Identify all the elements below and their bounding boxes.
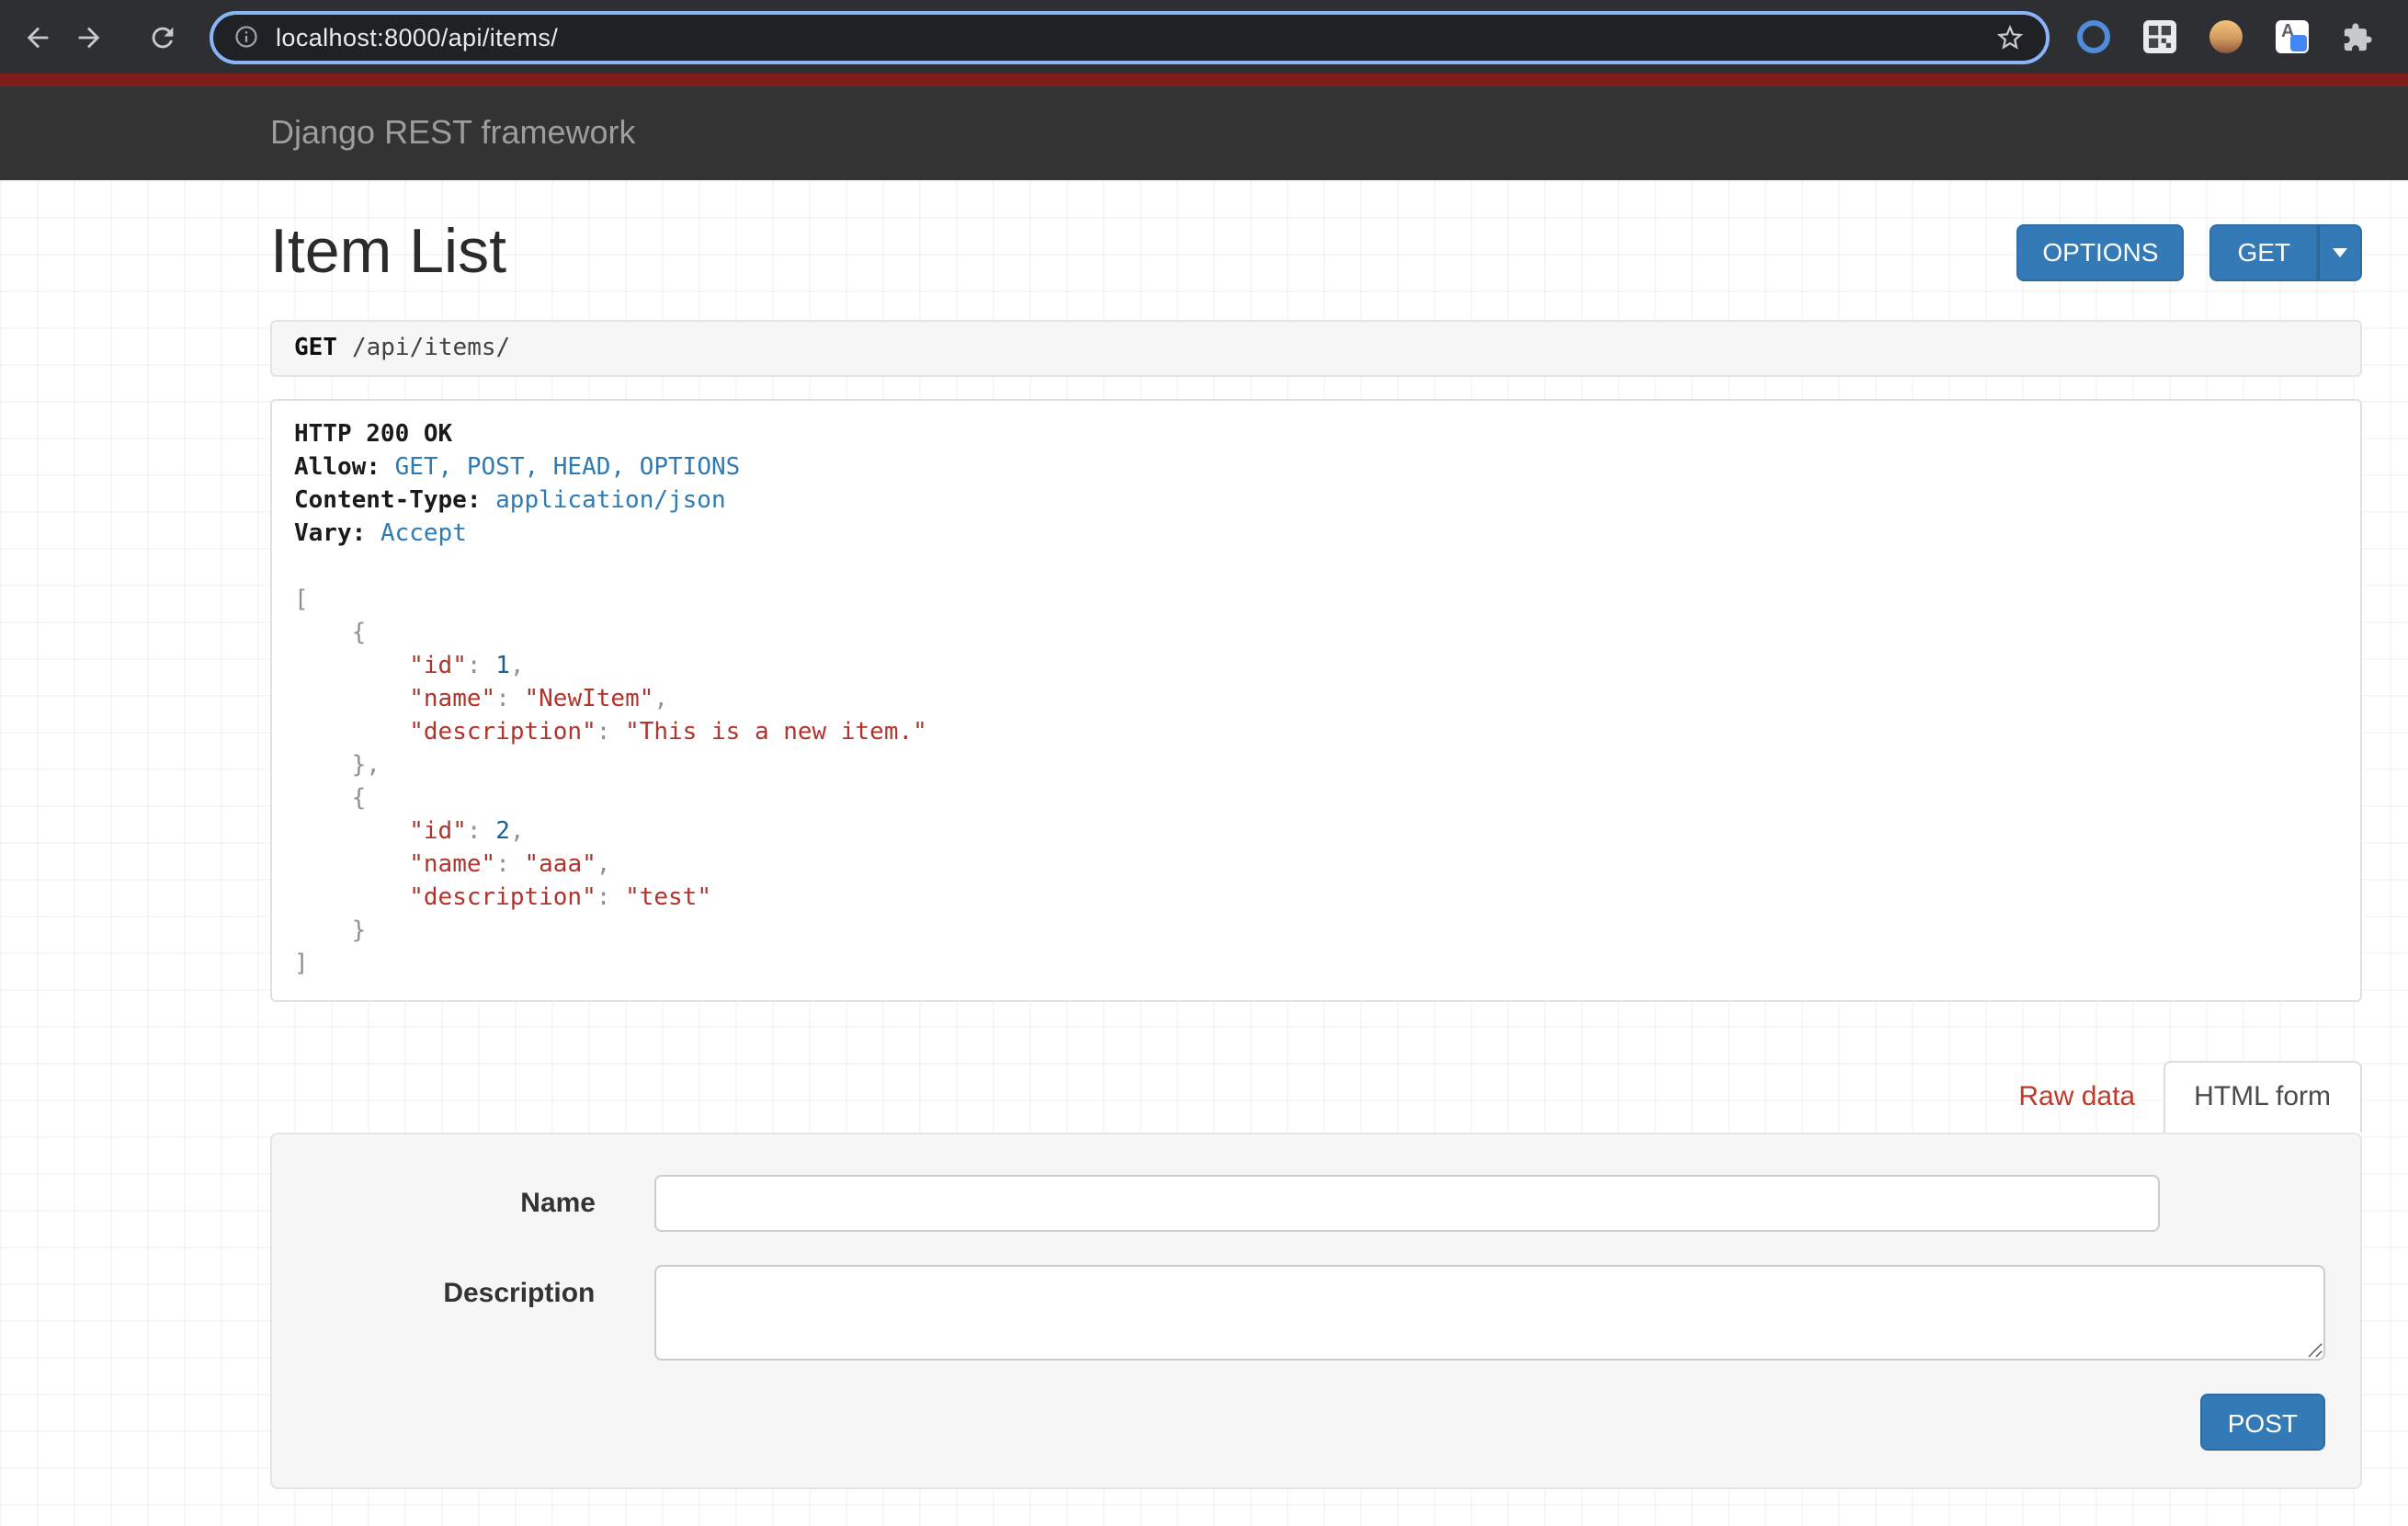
description-input[interactable] — [653, 1265, 2325, 1361]
response-header-content-type: Content-Type: application/json — [294, 485, 2338, 518]
brand-link[interactable]: Django REST framework — [270, 114, 636, 153]
url-bar[interactable]: localhost:8000/api/items/ — [210, 10, 2050, 63]
accent-strip — [0, 74, 2408, 86]
format-tabs: Raw data HTML form — [270, 1061, 2362, 1133]
url-text[interactable]: localhost:8000/api/items/ — [276, 23, 1994, 51]
reload-button[interactable] — [136, 11, 187, 63]
response-header-allow: Allow: GET, POST, HEAD, OPTIONS — [294, 452, 2338, 485]
page: localhost:8000/api/items/ A Django REST … — [0, 0, 2408, 1515]
bookmark-star-icon[interactable] — [1994, 21, 2026, 52]
page-header: Item List OPTIONS GET — [270, 180, 2362, 287]
qr-extension-icon[interactable] — [2143, 20, 2176, 53]
response-status: HTTP 200 OK — [294, 419, 2338, 452]
get-split-button: GET — [2209, 223, 2362, 280]
caret-down-icon — [2333, 247, 2347, 256]
drf-navbar: Django REST framework — [0, 86, 2408, 180]
extension-ring-icon[interactable] — [2077, 20, 2110, 53]
name-label: Name — [272, 1175, 596, 1232]
description-row: Description — [272, 1265, 2325, 1361]
browser-toolbar: localhost:8000/api/items/ A — [0, 0, 2408, 74]
tab-raw-data[interactable]: Raw data — [2018, 1081, 2135, 1112]
translate-extension-icon[interactable]: A — [2276, 20, 2309, 53]
name-input[interactable] — [654, 1175, 2160, 1232]
main-content: Item List OPTIONS GET GET /api/items/ HT… — [0, 180, 2408, 1526]
response-body-json: [ { "id": 1, "name": "NewItem", "descrip… — [294, 585, 2338, 982]
forward-icon — [73, 21, 104, 52]
profile-avatar[interactable] — [2209, 20, 2243, 53]
site-info-icon[interactable] — [233, 24, 259, 50]
name-row: Name — [272, 1175, 2325, 1232]
translate-square — [2290, 35, 2307, 51]
back-icon — [21, 21, 52, 52]
toolbar-extensions: A — [2077, 20, 2373, 53]
forward-button[interactable] — [62, 11, 114, 63]
request-summary: GET /api/items/ — [270, 320, 2362, 377]
options-button[interactable]: OPTIONS — [2016, 223, 2184, 280]
response-panel: HTTP 200 OK Allow: GET, POST, HEAD, OPTI… — [270, 399, 2362, 1002]
request-method: GET — [294, 335, 337, 362]
extensions-puzzle-icon[interactable] — [2342, 21, 2373, 52]
request-path: /api/items/ — [352, 335, 510, 362]
response-header-vary: Vary: Accept — [294, 518, 2338, 552]
page-title: Item List — [270, 217, 506, 287]
form-actions: POST — [272, 1394, 2325, 1451]
get-button[interactable]: GET — [2209, 223, 2318, 280]
get-dropdown-caret[interactable] — [2318, 223, 2362, 280]
post-button[interactable]: POST — [2200, 1394, 2325, 1451]
header-buttons: OPTIONS GET — [2016, 223, 2362, 280]
description-label: Description — [272, 1265, 595, 1322]
reload-icon — [146, 21, 177, 52]
tab-html-form[interactable]: HTML form — [2163, 1061, 2362, 1133]
form-panel: Name Description POST — [270, 1133, 2362, 1489]
back-button[interactable] — [11, 11, 62, 63]
